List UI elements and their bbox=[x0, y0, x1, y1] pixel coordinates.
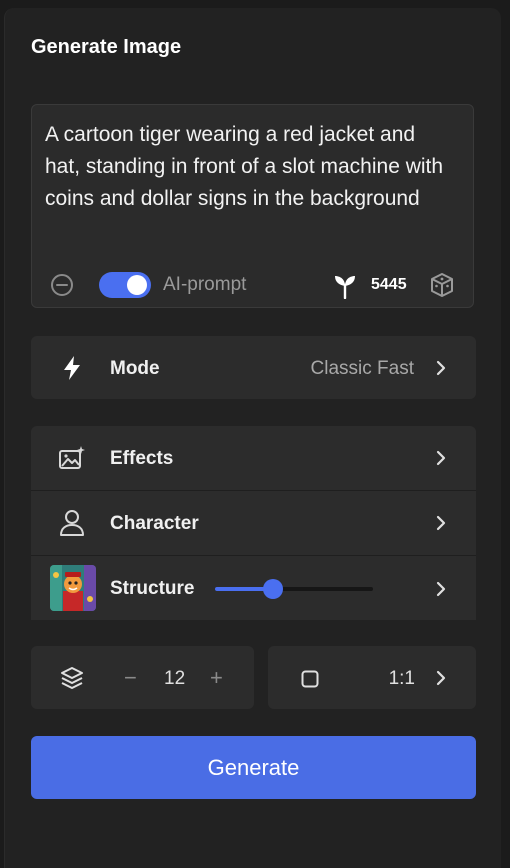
image-sparkle-icon bbox=[59, 446, 85, 469]
character-label: Character bbox=[110, 513, 199, 534]
increment-button[interactable]: + bbox=[210, 665, 223, 691]
slider-handle[interactable] bbox=[263, 579, 284, 599]
sprout-icon bbox=[335, 276, 355, 299]
prompt-textarea[interactable]: A cartoon tiger wearing a red jacket and… bbox=[45, 119, 455, 215]
credits-count: 5445 bbox=[371, 276, 407, 293]
mode-row[interactable]: Mode Classic Fast bbox=[31, 336, 476, 399]
aspect-ratio-card[interactable]: 1:1 bbox=[268, 646, 476, 709]
structure-row[interactable]: Structure bbox=[31, 556, 476, 620]
structure-thumbnail[interactable] bbox=[50, 565, 96, 611]
lightning-icon bbox=[64, 356, 80, 380]
effects-row[interactable]: Effects bbox=[31, 426, 476, 490]
chevron-right-icon bbox=[436, 360, 446, 376]
generate-button[interactable]: Generate bbox=[31, 736, 476, 799]
layers-icon bbox=[61, 667, 83, 689]
ai-prompt-toggle[interactable] bbox=[99, 272, 151, 298]
prompt-box[interactable]: A cartoon tiger wearing a red jacket and… bbox=[31, 104, 474, 308]
toggle-knob bbox=[127, 275, 147, 295]
chevron-right-icon bbox=[436, 450, 446, 466]
square-icon bbox=[301, 670, 319, 688]
effects-label: Effects bbox=[110, 448, 174, 469]
mode-value: Classic Fast bbox=[310, 358, 414, 379]
image-count-value: 12 bbox=[164, 668, 186, 689]
mode-label: Mode bbox=[110, 358, 160, 379]
character-row[interactable]: Character bbox=[31, 491, 476, 555]
structure-slider[interactable] bbox=[215, 579, 373, 599]
chevron-right-icon bbox=[436, 581, 446, 597]
image-count-card: − 12 + bbox=[31, 646, 254, 709]
ai-prompt-label: AI-prompt bbox=[163, 274, 247, 295]
prompt-footer: AI-prompt 5445 bbox=[32, 269, 473, 301]
decrement-button[interactable]: − bbox=[124, 665, 137, 691]
panel-title: Generate Image bbox=[31, 36, 182, 58]
person-icon bbox=[60, 510, 84, 536]
aspect-ratio-value: 1:1 bbox=[388, 668, 415, 689]
minus-circle-icon[interactable] bbox=[50, 273, 74, 297]
chevron-right-icon bbox=[436, 515, 446, 531]
structure-label: Structure bbox=[110, 578, 195, 599]
dice-icon[interactable] bbox=[429, 272, 455, 298]
chevron-right-icon bbox=[436, 670, 446, 686]
